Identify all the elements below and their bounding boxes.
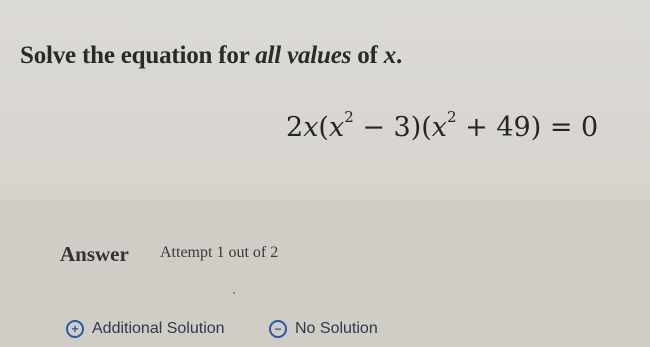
eq-x: x [431, 112, 448, 143]
additional-solution-button[interactable]: + Additional Solution [66, 320, 225, 338]
prompt-suffix: of [351, 42, 384, 69]
prompt-emphasis: all values [255, 42, 352, 69]
eq-exponent: 2 [447, 108, 457, 126]
eq-exponent: 2 [344, 108, 354, 126]
equation: 2x(x2 − 3)(x2 + 49) = 0 [286, 108, 599, 143]
additional-solution-label: Additional Solution [92, 320, 225, 337]
no-solution-button[interactable]: − No Solution [269, 320, 378, 338]
answer-panel: Answer Attempt 1 out of 2 + Additional S… [0, 200, 650, 347]
attempt-counter: Attempt 1 out of 2 [160, 244, 279, 261]
prompt-variable: x [383, 42, 397, 69]
plus-circle-icon: + [66, 320, 84, 338]
cursor-dot [233, 292, 235, 294]
prompt-prefix: Solve the equation for [20, 42, 256, 69]
eq-open: ( [318, 112, 329, 143]
eq-x: x [328, 112, 345, 143]
prompt-end: . [396, 42, 403, 69]
eq-x: x [303, 112, 319, 143]
eq-mid: − 3)( [353, 112, 432, 143]
eq-end: + 49) = 0 [456, 112, 599, 143]
eq-coef: 2 [286, 112, 304, 143]
answer-label: Answer [60, 242, 129, 266]
question-prompt: Solve the equation for all values of x. [20, 42, 402, 70]
minus-circle-icon: − [269, 320, 287, 338]
no-solution-label: No Solution [295, 320, 378, 337]
question-panel: Solve the equation for all values of x. … [0, 0, 650, 200]
